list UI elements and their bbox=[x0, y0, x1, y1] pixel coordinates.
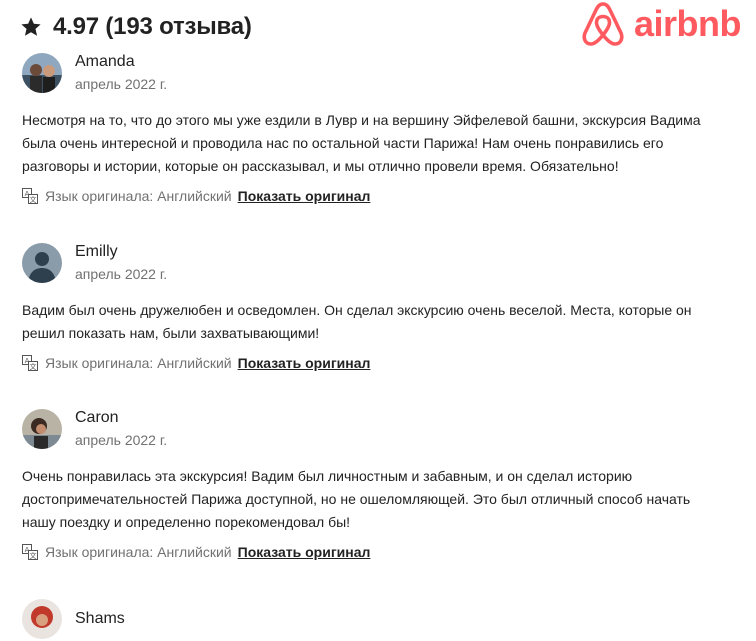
svg-text:文: 文 bbox=[30, 551, 37, 560]
translation-row: A 文 Язык оригинала: Английский Показать … bbox=[22, 353, 734, 373]
rating-title: 4.97 (193 отзыва) bbox=[53, 13, 252, 40]
review-item: Amanda апрель 2022 г. Несмотря на то, чт… bbox=[22, 51, 734, 206]
review-text: Очень понравилась эта экскурсия! Вадим б… bbox=[22, 468, 691, 530]
show-original-link[interactable]: Показать оригинал bbox=[238, 188, 371, 204]
svg-text:文: 文 bbox=[30, 362, 37, 371]
review-date: апрель 2022 г. bbox=[75, 76, 168, 92]
reviewer-info: Amanda апрель 2022 г. bbox=[22, 51, 734, 95]
reviewer-meta: Emilly апрель 2022 г. bbox=[75, 242, 167, 284]
reviewer-meta: Amanda апрель 2022 г. bbox=[75, 52, 167, 94]
avatar[interactable] bbox=[22, 53, 62, 93]
reviewer-info: Emilly апрель 2022 г. bbox=[22, 241, 734, 285]
avatar[interactable] bbox=[22, 409, 62, 449]
avatar[interactable] bbox=[22, 243, 62, 283]
original-language-label: Язык оригинала: Английский bbox=[45, 355, 232, 371]
star-icon bbox=[20, 16, 42, 38]
reviewer-name[interactable]: Emilly bbox=[75, 242, 167, 262]
airbnb-wordmark: airbnb bbox=[634, 3, 742, 44]
reviewer-info: Caron апрель 2022 г. bbox=[22, 407, 734, 451]
review-text: Несмотря на то, что до этого мы уже езди… bbox=[22, 112, 701, 174]
reviewer-info: Shams bbox=[22, 597, 734, 641]
review-text: Вадим был очень дружелюбен и осведомлен.… bbox=[22, 302, 692, 341]
review-item: Emilly апрель 2022 г. Вадим был очень др… bbox=[22, 241, 734, 373]
airbnb-logo: airbnb bbox=[580, 0, 742, 48]
translation-row: A 文 Язык оригинала: Английский Показать … bbox=[22, 186, 734, 206]
translate-icon: A 文 bbox=[22, 188, 38, 204]
review-item: Caron апрель 2022 г. Очень понравилась э… bbox=[22, 407, 734, 562]
reviewer-meta: Caron апрель 2022 г. bbox=[75, 408, 167, 450]
original-language-label: Язык оригинала: Английский bbox=[45, 544, 232, 560]
reviewer-meta: Shams bbox=[75, 609, 125, 629]
reviewer-name[interactable]: Amanda bbox=[75, 52, 167, 72]
review-date: апрель 2022 г. bbox=[75, 266, 168, 282]
translate-icon: A 文 bbox=[22, 544, 38, 560]
translation-row: A 文 Язык оригинала: Английский Показать … bbox=[22, 542, 734, 562]
reviewer-name[interactable]: Caron bbox=[75, 408, 167, 428]
original-language-label: Язык оригинала: Английский bbox=[45, 188, 232, 204]
reviews-header: 4.97 (193 отзыва) bbox=[20, 11, 252, 43]
show-original-link[interactable]: Показать оригинал bbox=[238, 544, 371, 560]
show-original-link[interactable]: Показать оригинал bbox=[238, 355, 371, 371]
review-date: апрель 2022 г. bbox=[75, 432, 168, 448]
translate-icon: A 文 bbox=[22, 355, 38, 371]
review-item: Shams bbox=[22, 597, 734, 641]
avatar[interactable] bbox=[22, 599, 62, 639]
airbnb-belo-icon bbox=[580, 0, 626, 48]
svg-text:文: 文 bbox=[30, 195, 37, 204]
reviewer-name[interactable]: Shams bbox=[75, 609, 125, 629]
